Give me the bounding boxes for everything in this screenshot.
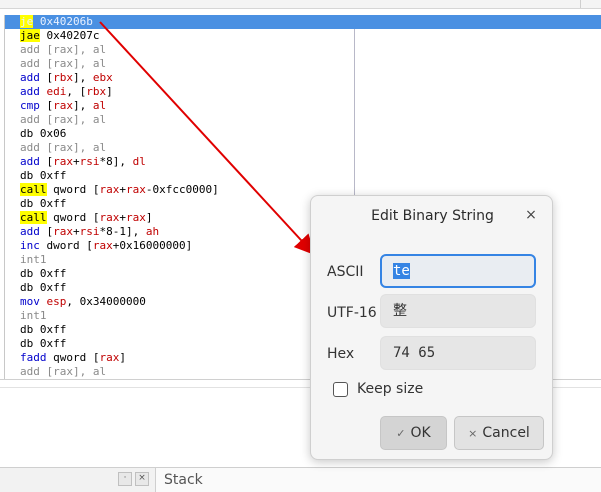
mnemonic: db xyxy=(20,337,34,350)
operands: 0xff xyxy=(33,281,67,294)
keep-size-label[interactable]: Keep size xyxy=(357,381,423,397)
mnemonic: add xyxy=(20,43,40,56)
mnemonic: add xyxy=(20,225,40,238)
disasm-row[interactable]: add edi, [rbx] xyxy=(5,85,601,99)
utf16-field[interactable]: 整 xyxy=(380,294,536,328)
tab-stack-label: Stack xyxy=(164,472,203,488)
mnemonic: add xyxy=(20,155,40,168)
mnemonic: db xyxy=(20,127,34,140)
cancel-button-label: Cancel xyxy=(482,425,530,441)
close-icon[interactable]: × xyxy=(522,206,540,224)
mnemonic: call xyxy=(20,211,47,224)
mnemonic: int1 xyxy=(20,309,47,322)
disasm-row[interactable]: db 0x06 xyxy=(5,127,601,141)
utf16-label: UTF-16 xyxy=(327,305,377,321)
ascii-selected-text: te xyxy=(393,263,410,279)
disasm-row[interactable]: add [rax], al xyxy=(5,43,601,57)
edit-binary-string-dialog: Edit Binary String × ASCII te UTF-16 整 H… xyxy=(310,195,553,460)
disasm-row[interactable]: add [rax+rsi*8], dl xyxy=(5,155,601,169)
bottom-bar: · × Stack xyxy=(0,467,601,492)
operands: [rax], al xyxy=(39,57,107,70)
operands: [rax], al xyxy=(39,99,107,112)
ascii-label: ASCII xyxy=(327,264,364,280)
operands: 0x06 xyxy=(33,127,67,140)
operands: [rbx], ebx xyxy=(39,71,113,84)
operands: qword [rax+rax-0xfcc0000] xyxy=(46,183,219,196)
ok-button[interactable]: ✓ OK xyxy=(380,416,447,450)
hex-field[interactable]: 74 65 xyxy=(380,336,536,370)
mnemonic: fadd xyxy=(20,351,47,364)
mnemonic: int1 xyxy=(20,253,47,266)
operands: [rax+rsi*8-1], ah xyxy=(39,225,160,238)
mnemonic: db xyxy=(20,323,34,336)
mnemonic: jae xyxy=(20,29,40,42)
mnemonic: add xyxy=(20,57,40,70)
cancel-icon: × xyxy=(468,427,478,440)
mnemonic: cmp xyxy=(20,99,40,112)
mnemonic: je xyxy=(20,15,34,28)
mnemonic: db xyxy=(20,267,34,280)
disasm-row[interactable]: add [rax], al xyxy=(5,57,601,71)
tab-stack[interactable]: Stack xyxy=(155,468,601,492)
cancel-button[interactable]: × Cancel xyxy=(454,416,544,450)
mnemonic: add xyxy=(20,71,40,84)
keep-size-checkbox[interactable] xyxy=(333,382,348,397)
mnemonic: add xyxy=(20,113,40,126)
disasm-row[interactable]: add [rax], al xyxy=(5,141,601,155)
mnemonic: db xyxy=(20,281,34,294)
operands: esp, 0x34000000 xyxy=(46,295,146,308)
top-strip xyxy=(0,0,601,9)
operands: [rax], al xyxy=(39,113,107,126)
mnemonic: mov xyxy=(20,295,40,308)
operands: [rax], al xyxy=(39,365,107,378)
operands: [rax], al xyxy=(39,43,107,56)
mnemonic: add xyxy=(20,365,40,378)
operands: qword [rax+rax] xyxy=(46,211,153,224)
disasm-row[interactable]: cmp [rax], al xyxy=(5,99,601,113)
hex-label: Hex xyxy=(327,346,355,362)
mnemonic: db xyxy=(20,197,34,210)
mnemonic: db xyxy=(20,169,34,182)
mnemonic: inc xyxy=(20,239,40,252)
top-strip-divider xyxy=(580,0,581,8)
operands: [rax], al xyxy=(39,141,107,154)
operands: qword [rax] xyxy=(46,351,126,364)
disasm-row[interactable]: add [rbx], ebx xyxy=(5,71,601,85)
ascii-field[interactable]: te xyxy=(380,254,536,288)
dialog-title: Edit Binary String xyxy=(371,208,494,224)
check-icon: ✓ xyxy=(396,427,406,440)
mnemonic: add xyxy=(20,85,40,98)
operands: edi, [rbx] xyxy=(46,85,113,98)
operands: 0xff xyxy=(33,267,67,280)
mnemonic: call xyxy=(20,183,47,196)
mnemonic: add xyxy=(20,141,40,154)
operands: 0x40207c xyxy=(39,29,100,42)
operands: dword [rax+0x16000000] xyxy=(39,239,193,252)
operands: 0xff xyxy=(33,197,67,210)
operands: 0xff xyxy=(33,169,67,182)
disasm-row[interactable]: jae 0x40207c xyxy=(5,29,601,43)
operands: 0xff xyxy=(33,323,67,336)
dock-options-button[interactable]: · xyxy=(118,472,132,486)
disasm-row[interactable]: je 0x40206b xyxy=(5,15,601,29)
ok-button-label: OK xyxy=(410,425,431,441)
operands: [rax+rsi*8], dl xyxy=(39,155,146,168)
operands: 0x40206b xyxy=(33,15,93,28)
operands: 0xff xyxy=(33,337,67,350)
dock-close-button[interactable]: × xyxy=(135,472,149,486)
disasm-row[interactable]: db 0xff xyxy=(5,169,601,183)
disasm-row[interactable]: add [rax], al xyxy=(5,113,601,127)
